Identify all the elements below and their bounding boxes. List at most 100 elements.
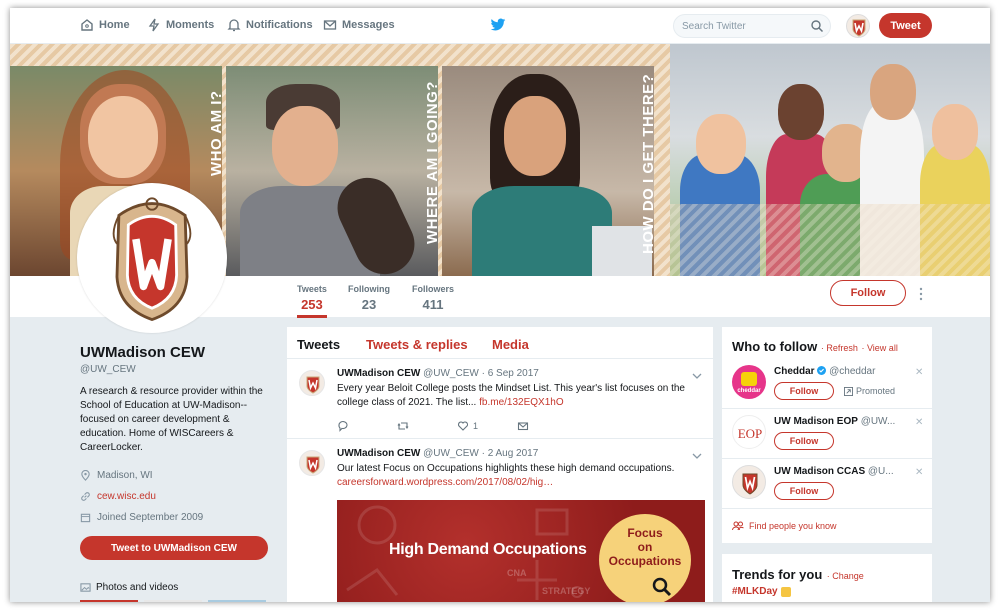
stat-tweets[interactable]: Tweets 253 [297,284,327,318]
trend-hashtag[interactable]: #MLKDay [732,586,778,597]
tweet-link[interactable]: careersforward.wordpress.com/2017/08/02/… [337,477,553,488]
find-people-link[interactable]: Find people you know [732,521,837,531]
twitter-bird-icon[interactable] [490,18,506,32]
timeline-tabs: Tweets Tweets & replies Media [287,327,713,359]
tab-tweets-replies[interactable]: Tweets & replies [366,337,468,352]
calendar-icon [80,513,91,523]
view-all-link[interactable]: · View all [861,343,897,353]
suggestion-item[interactable]: UW Madison CCAS @U... Follow ✕ [722,459,932,509]
media-strategy: STRATEGY [542,586,591,596]
bell-icon [227,19,241,32]
tweet-actions: 1 [337,420,577,432]
suggestion-avatar[interactable]: EOP [732,415,766,449]
tweet-avatar[interactable] [299,370,325,396]
tweet-to-button[interactable]: Tweet to UWMadison CEW [80,536,268,560]
suggestion-item[interactable]: cheddar Cheddar @cheddar Follow Promoted… [722,359,932,409]
nav-notifications[interactable]: Notifications [227,18,313,32]
nav-notifications-label: Notifications [246,19,313,31]
refresh-link[interactable]: · Refresh [821,343,858,353]
verified-badge-icon [817,366,827,375]
link-icon [81,492,90,501]
joined-text: Joined September 2009 [97,512,204,523]
trend-item[interactable]: #MLKDay [732,586,791,597]
heart-icon [457,421,469,431]
tweets-timeline: Tweets Tweets & replies Media UWMadison … [287,327,713,602]
search-icon[interactable] [810,19,824,33]
profile-avatar[interactable] [77,183,227,333]
chevron-down-icon[interactable] [692,372,702,380]
photo-icon [80,583,91,592]
tweet-avatar[interactable] [299,450,325,476]
chevron-down-icon[interactable] [692,452,702,460]
tab-media[interactable]: Media [492,337,529,352]
reply-action[interactable] [337,420,397,432]
suggestion-follow-button[interactable]: Follow [774,432,834,450]
banner-phrase-how: HOW DO I GET THERE? [640,73,657,254]
who-to-follow-title: Who to follow [732,339,818,354]
suggestion-handle: @cheddar [829,366,876,377]
photo-thumb[interactable] [208,600,266,602]
photos-and-videos-link[interactable]: Photos and videos [80,582,178,593]
tweet-text-body: Our latest Focus on Occupations highligh… [337,463,675,474]
trends-title: Trends for you [732,567,823,582]
suggestion-follow-button[interactable]: Follow [774,382,834,400]
suggestion-avatar[interactable] [732,465,766,499]
search-input[interactable] [673,14,831,38]
suggestion-avatar-text: EOP [737,426,763,441]
like-action[interactable]: 1 [457,420,517,432]
suggestion-item[interactable]: EOP UW Madison EOP @UW... Follow ✕ [722,409,932,459]
tweet-button[interactable]: Tweet [879,13,932,38]
tweet-author[interactable]: UWMadison CEW [337,448,420,459]
stat-followers-value: 411 [422,297,444,312]
suggestion-name: Cheddar @cheddar [774,366,914,377]
stat-following[interactable]: Following 23 [348,284,390,312]
website-link[interactable]: cew.wisc.edu [97,491,156,502]
photos-label: Photos and videos [96,582,179,593]
tweet-header: UWMadison CEW @UW_CEW · 6 Sep 2017 [337,368,539,379]
media-badge-line3: Occupations [608,554,682,568]
suggestion-follow-button[interactable]: Follow [774,482,834,500]
suggestion-display-name[interactable]: Cheddar [774,366,815,377]
dismiss-icon[interactable]: ✕ [915,367,923,378]
promoted-icon [844,386,853,396]
photo-thumb[interactable] [80,600,138,602]
follow-button[interactable]: Follow [830,280,906,306]
suggestion-display-name[interactable]: UW Madison EOP [774,416,858,427]
message-action[interactable] [517,420,577,432]
tweet-header: UWMadison CEW @UW_CEW · 2 Aug 2017 [337,448,538,459]
trends-change-link[interactable]: · Change [827,571,864,581]
promoted-text: Promoted [856,386,896,396]
stat-tweets-label: Tweets [297,284,327,294]
hand-emoji-icon [780,586,791,597]
like-count: 1 [473,421,479,431]
tab-tweets[interactable]: Tweets [297,337,340,352]
stat-followers[interactable]: Followers 411 [412,284,454,312]
who-to-follow-card: Who to follow · Refresh · View all chedd… [722,327,932,543]
dismiss-icon[interactable]: ✕ [915,417,923,428]
tweet-item[interactable]: UWMadison CEW @UW_CEW · 6 Sep 2017 Every… [287,360,713,439]
banner-phrase-where: WHERE AM I GOING? [424,81,441,244]
tweet-author[interactable]: UWMadison CEW [337,368,420,379]
nav-messages[interactable]: Messages [323,18,395,32]
more-options-icon[interactable] [918,287,924,301]
retweet-action[interactable] [397,420,457,432]
suggestion-avatar-text: cheddar [737,388,761,394]
suggestion-display-name[interactable]: UW Madison CCAS [774,466,865,477]
suggestion-handle: @U... [867,466,894,477]
nav-messages-label: Messages [342,19,395,31]
stat-tweets-value: 253 [301,297,323,312]
photo-thumb[interactable] [144,600,202,602]
retweet-icon [397,422,409,430]
nav-moments[interactable]: Moments [147,18,214,32]
account-avatar[interactable] [846,14,870,38]
banner-photo-boy [226,66,438,276]
tweet-text: Every year Beloit College posts the Mind… [337,382,697,410]
nav-home[interactable]: Home [80,18,130,32]
dismiss-icon[interactable]: ✕ [915,467,923,478]
tweet-meta: @UW_CEW · 6 Sep 2017 [423,368,539,379]
suggestion-avatar[interactable]: cheddar [732,365,766,399]
tweet-meta: @UW_CEW · 2 Aug 2017 [423,448,539,459]
tweet-media-card[interactable]: High Demand Occupations CNA STRATEGY Foc… [337,500,705,602]
tweet-link[interactable]: fb.me/132EQX1hO [479,397,564,408]
tweet-item[interactable]: UWMadison CEW @UW_CEW · 2 Aug 2017 Our l… [287,440,713,602]
